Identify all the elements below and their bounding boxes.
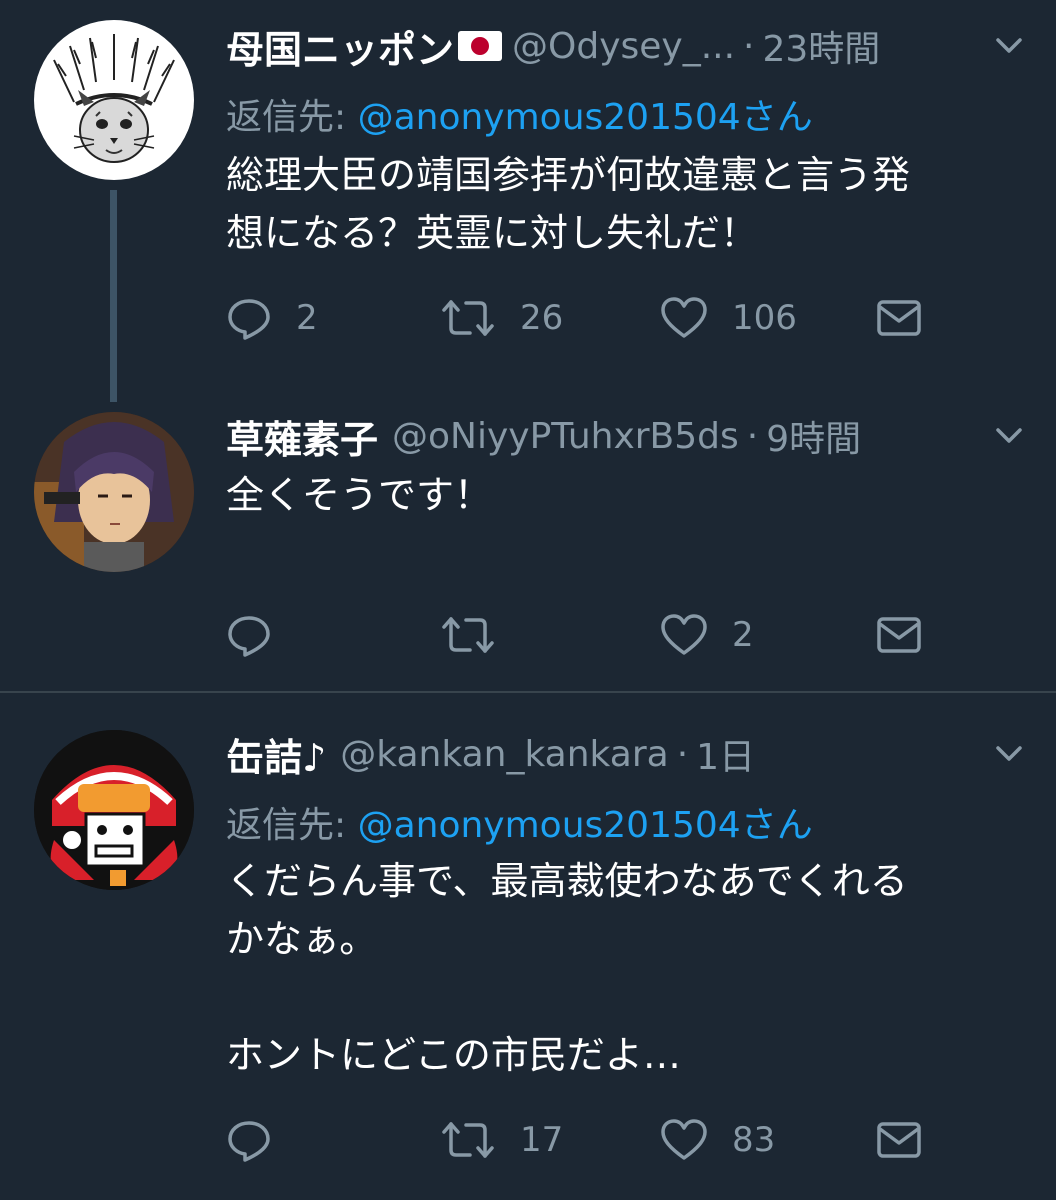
text-line [226,968,1026,1026]
dm-button[interactable] [876,1110,922,1170]
retweet-button[interactable]: 26 [440,288,563,348]
retweet-count: 17 [520,1120,564,1160]
text-line: 想になる？英霊に対し失礼だ！ [226,211,759,255]
tweet-header: 母国ニッポン @Odysey_... · 23時間 [226,18,966,74]
reply-icon [228,299,270,340]
handle[interactable]: @oNiyyPTuhxrB5ds [392,416,739,457]
tweet-divider [0,691,1056,693]
avatar-canned-character[interactable] [34,730,194,890]
like-button[interactable]: 83 [660,1110,775,1170]
like-icon [661,614,707,655]
reply-count: 2 [296,298,318,338]
action-bar: 2 [226,605,946,665]
handle[interactable]: @Odysey_... [512,26,735,67]
dm-button[interactable] [876,605,922,665]
tweet-header: 草薙素子 @oNiyyPTuhxrB5ds · 9時間 [226,408,966,464]
dm-icon [877,617,921,653]
like-count: 106 [732,298,797,338]
retweet-icon [442,300,494,336]
timestamp[interactable]: 1日 [696,728,755,780]
like-count: 83 [732,1120,776,1160]
text-line: 総理大臣の靖国参拝が何故違憲と言う発 [226,153,911,197]
reply-mention-link[interactable]: @anonymous201504さん [358,805,813,846]
chevron-down-icon[interactable] [992,408,1026,464]
retweet-icon [442,1122,494,1158]
like-icon [661,297,707,338]
like-count: 2 [732,615,754,655]
like-icon [661,1119,707,1160]
action-bar: 2 26 106 [226,288,946,348]
japan-flag-icon [458,31,503,61]
display-name[interactable]: 母国ニッポン [226,19,454,74]
reply-to-label: 返信先: [226,805,358,846]
display-name[interactable]: 草薙素子 [226,409,378,464]
tweet-text: 全くそうです！ [226,466,1026,524]
reply-to-line: 返信先: @anonymous201504さん [226,88,813,140]
text-line: くだらん事で、最高裁使わなあでくれる [226,859,908,903]
handle[interactable]: @kankan_kankara [340,734,668,775]
avatar-anime-character[interactable] [34,412,194,572]
tweet-text: 総理大臣の靖国参拝が何故違憲と言う発 想になる？英霊に対し失礼だ！ [226,146,1026,262]
reply-mention-link[interactable]: @anonymous201504さん [358,97,813,138]
text-line: かなぁ。 [226,917,378,961]
separator: · [746,415,759,457]
retweet-icon [442,617,494,653]
reply-icon [228,616,270,657]
separator: · [743,25,755,67]
action-bar: 17 83 [226,1110,946,1170]
timestamp[interactable]: 23時間 [763,20,881,72]
like-button[interactable]: 106 [660,288,797,348]
like-button[interactable]: 2 [660,605,754,665]
reply-button[interactable] [226,1110,296,1170]
tweet-header: 缶詰♪ @kankan_kankara · 1日 [226,726,966,782]
separator: · [676,733,689,775]
avatar-headdress-cat[interactable] [34,20,194,180]
chevron-down-icon[interactable] [992,18,1026,74]
dm-button[interactable] [876,288,922,348]
reply-button[interactable]: 2 [226,288,318,348]
timestamp[interactable]: 9時間 [766,410,861,462]
text-line: ホントにどこの市民だよ… [226,1033,681,1077]
tweet-text: くだらん事で、最高裁使わなあでくれる かなぁ。 ホントにどこの市民だよ… [226,852,1026,1084]
retweet-button[interactable]: 17 [440,1110,563,1170]
reply-to-label: 返信先: [226,97,358,138]
dm-icon [877,300,921,336]
reply-icon [228,1121,270,1162]
retweet-count: 26 [520,298,564,338]
reply-to-line: 返信先: @anonymous201504さん [226,796,813,848]
reply-button[interactable] [226,605,296,665]
retweet-button[interactable] [440,605,520,665]
dm-icon [877,1122,921,1158]
chevron-down-icon[interactable] [992,726,1026,782]
display-name[interactable]: 缶詰♪ [226,727,326,782]
text-line: 全くそうです！ [226,473,493,517]
thread-line [110,190,117,402]
